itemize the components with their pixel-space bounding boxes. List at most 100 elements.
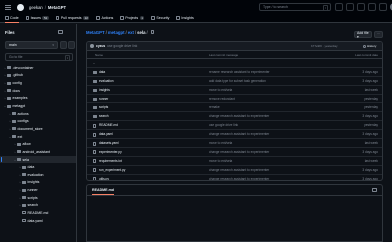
sidebar-item[interactable]: README.md [0, 209, 76, 217]
repo-link[interactable]: MetaGPT [48, 5, 66, 10]
pull-requests-icon[interactable] [368, 3, 376, 11]
search-icon[interactable] [68, 41, 75, 49]
issues-icon[interactable] [357, 3, 365, 11]
add-file-button[interactable]: Add file ▾ [354, 31, 372, 39]
sidebar-item[interactable]: › actions [0, 110, 76, 118]
go-to-file-input[interactable]: Go to file t [5, 53, 73, 61]
table-row[interactable]: run_experiment.py change research assista… [87, 166, 382, 175]
table-row[interactable]: utils.py change research assistant to exp… [87, 175, 382, 180]
table-row[interactable]: data.yaml change research assistant to ex… [87, 130, 382, 140]
copilot-icon[interactable] [335, 3, 343, 11]
sidebar-item[interactable]: › configs [0, 117, 76, 125]
sidebar-item[interactable]: › document_store [0, 125, 76, 133]
tab-security[interactable]: Security [151, 14, 169, 23]
collapse-sidebar-icon[interactable] [58, 30, 63, 34]
commit-message-link[interactable]: change research assistant to experimente… [209, 177, 269, 180]
commit-message-link[interactable]: change research assistant to experimente… [209, 150, 269, 154]
breadcrumb-root[interactable]: MetaGPT [86, 30, 105, 35]
readme-tab[interactable]: README.md [92, 188, 114, 195]
sidebar-item[interactable]: › search [0, 202, 76, 210]
file-name-link[interactable]: utils.py [99, 177, 109, 180]
commit-message-link[interactable]: remake [209, 105, 220, 109]
file-name-link[interactable]: scripts [99, 105, 108, 109]
owner-link[interactable]: geekan [29, 5, 43, 10]
file-name-link[interactable]: data.yaml [99, 132, 113, 136]
file-name-link[interactable]: README.md [99, 123, 118, 127]
sidebar-item[interactable]: › data [0, 163, 76, 171]
tab-insights[interactable]: Insights [176, 14, 194, 23]
file-name-link[interactable]: insights [99, 88, 110, 92]
table-row[interactable]: .. [87, 59, 382, 68]
table-row[interactable]: datasets.yaml move to ext/sela last week [87, 139, 382, 148]
sidebar-header-icons [58, 30, 63, 34]
commit-message-link[interactable]: change research assistant to experimente… [209, 132, 269, 136]
more-options-button[interactable]: ··· [374, 31, 383, 38]
commit-author[interactable]: cyzus [96, 44, 105, 48]
sidebar-item[interactable]: data.yaml [0, 217, 76, 225]
github-logo-icon[interactable] [17, 3, 24, 11]
sidebar-item[interactable]: › runner [0, 186, 76, 194]
sidebar-item[interactable]: › config [0, 79, 76, 87]
tab-issues[interactable]: Issues 52 [25, 14, 49, 23]
sidebar-item[interactable]: › .github [0, 72, 76, 80]
breadcrumb-ext[interactable]: ext [128, 30, 134, 35]
table-row[interactable]: README.md use google drive link yesterday [87, 121, 382, 131]
inbox-icon[interactable] [379, 3, 387, 11]
menu-icon[interactable] [5, 4, 11, 10]
tab-actions[interactable]: Actions [96, 14, 113, 23]
history-link[interactable]: History [363, 44, 376, 48]
commit-message-link[interactable]: move to ext/sela [209, 141, 232, 145]
file-name-link[interactable]: run_experiment.py [99, 168, 125, 172]
global-search-input[interactable]: Type / to search / [259, 3, 331, 11]
breadcrumb-metagpt[interactable]: metagpt [108, 30, 125, 35]
commit-message-link[interactable]: move to ext/sela [209, 88, 232, 92]
sidebar-item[interactable]: › docs [0, 87, 76, 95]
create-new-icon[interactable] [346, 3, 354, 11]
sidebar-item[interactable]: › .devcontainer [0, 64, 76, 72]
tab-projects[interactable]: Projects 1 [120, 14, 145, 23]
table-row[interactable]: experimenter.py change research assistant… [87, 148, 382, 157]
sidebar-item[interactable]: › scripts [0, 194, 76, 202]
sidebar-item[interactable]: › insights [0, 179, 76, 187]
commit-hash[interactable]: b77e9f0 · yesterday [311, 44, 338, 48]
commit-message-link[interactable]: add data type for subset task generation [209, 79, 266, 83]
file-name-link[interactable]: evaluation [99, 79, 114, 83]
avatar[interactable] [90, 44, 94, 48]
file-name-link[interactable]: experimenter.py [99, 150, 122, 154]
tab-pull-requests[interactable]: Pull requests 22 [55, 14, 90, 23]
sidebar-item[interactable]: › android_assistant [0, 148, 76, 156]
commit-message-link[interactable]: remove redundant [209, 97, 235, 101]
sidebar-item[interactable]: ⌄ metagpt [0, 102, 76, 110]
commit-message-link[interactable]: move to ext/sela [209, 159, 232, 163]
sidebar-item[interactable]: › evaluation [0, 171, 76, 179]
sidebar-item[interactable]: ⌄ ext [0, 133, 76, 141]
sidebar-item[interactable]: ⌄ sela [0, 155, 76, 164]
commit-message-link[interactable]: use google drive link [209, 123, 238, 127]
breadcrumb-separator: / [105, 30, 107, 35]
commit-message-link[interactable]: change research assistant to experimente… [209, 168, 269, 172]
file-name-link[interactable]: data [99, 70, 105, 74]
copy-path-icon[interactable] [150, 30, 155, 35]
table-row[interactable]: requirements.txt move to ext/sela last wee… [87, 157, 382, 166]
table-row[interactable]: search change research assistant to exper… [87, 112, 382, 122]
file-name-link[interactable]: .. [93, 61, 95, 65]
file-name-link[interactable]: search [99, 114, 109, 118]
sidebar-item[interactable]: › aflow [0, 140, 76, 148]
table-row[interactable]: evaluation add data type for subset task … [87, 77, 382, 86]
branch-selector[interactable]: main ▾ [5, 41, 58, 49]
outline-icon[interactable] [372, 188, 377, 192]
commit-message[interactable]: use google drive link [107, 44, 137, 48]
commit-message-link[interactable]: rename research assistant to experimente… [209, 70, 270, 74]
commit-message-link[interactable]: change research assistant to experimente… [209, 114, 269, 118]
table-row[interactable]: data rename research assistant to experim… [87, 68, 382, 77]
sidebar-item[interactable]: › examples [0, 95, 76, 103]
file-name-link[interactable]: runner [99, 97, 108, 101]
table-row[interactable]: insights move to ext/sela last week [87, 86, 382, 95]
file-tree: › .devcontainer › .github › config › docs › examp… [0, 64, 76, 224]
table-row[interactable]: runner remove redundant yesterday [87, 95, 382, 104]
table-row[interactable]: scripts remake yesterday [87, 103, 382, 113]
file-name-link[interactable]: datasets.yaml [99, 141, 119, 145]
add-file-icon[interactable] [60, 41, 67, 49]
tab-code[interactable]: Code [5, 14, 19, 23]
file-name-link[interactable]: requirements.txt [99, 159, 122, 163]
